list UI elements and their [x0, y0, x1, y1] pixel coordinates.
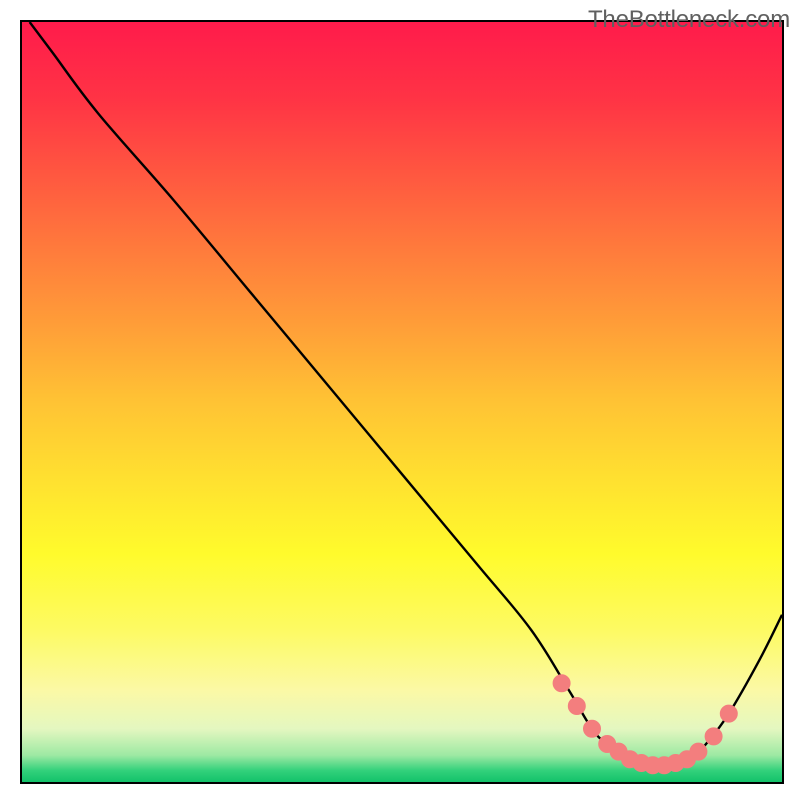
highlight-marker	[690, 743, 707, 760]
gradient-background	[22, 22, 782, 782]
watermark-text: TheBottleneck.com	[588, 6, 790, 34]
chart-frame: TheBottleneck.com	[0, 0, 800, 800]
chart-svg	[22, 22, 782, 782]
plot-area	[20, 20, 784, 784]
highlight-marker	[553, 675, 570, 692]
highlight-marker	[720, 705, 737, 722]
highlight-marker	[568, 698, 585, 715]
highlight-marker	[705, 728, 722, 745]
highlight-marker	[584, 720, 601, 737]
